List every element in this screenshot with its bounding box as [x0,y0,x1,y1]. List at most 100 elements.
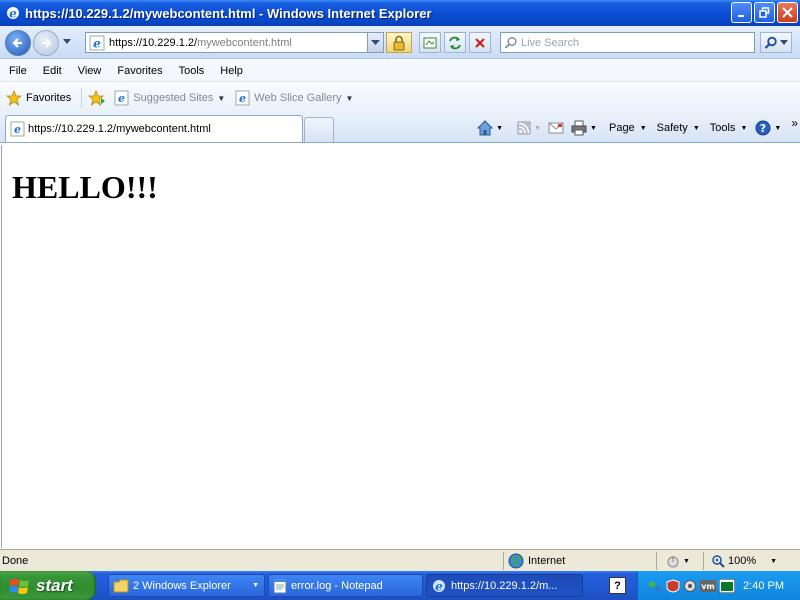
taskbar-item-windows-explorer[interactable]: 2 Windows Explorer ▼ [108,574,265,597]
new-tab-button[interactable] [304,117,334,142]
vmware-tools-icon[interactable]: vm [700,579,716,592]
ie-page-icon: e [89,35,105,50]
search-button[interactable] [760,32,792,53]
svg-text:e: e [435,579,443,593]
command-bar: ▼ ▼ ▼ Page ▼ Safety ▼ Tools ▼ ? ▼ » [470,116,798,139]
menu-bar: File Edit View Favorites Tools Help [0,60,800,82]
favorites-button[interactable]: Favorites [6,88,83,108]
status-text: Done [2,554,29,567]
windows-flag-icon [9,578,29,594]
recent-pages-chevron-down-icon[interactable] [62,38,72,46]
protected-mode-segment[interactable]: ▼ [656,552,700,570]
svg-text:e: e [118,92,125,105]
zoom-level-label: 100% [728,555,757,567]
network-icon[interactable] [648,579,662,593]
restore-button[interactable] [754,2,775,23]
restore-icon [759,7,770,18]
search-box[interactable] [500,32,755,53]
menu-help[interactable]: Help [212,65,251,77]
rss-feed-icon [517,121,532,135]
tools-menu-label: Tools [709,122,736,134]
address-toolbar: e https://10.229.1.2/mywebcontent.html [0,26,800,59]
ie-logo-icon: e [7,7,19,21]
toolbar-overflow-button[interactable]: » [791,116,798,130]
add-to-favorites-bar-icon[interactable] [88,89,106,107]
printer-icon [571,120,587,136]
clock[interactable]: 2:40 PM [743,580,784,592]
address-bar[interactable]: e https://10.229.1.2/mywebcontent.html [85,32,384,53]
security-lock-button[interactable] [386,32,412,53]
safety-menu-label: Safety [656,122,688,134]
chevron-down-icon [371,39,380,45]
chevron-down-icon: ▼ [345,93,354,103]
svg-text:?: ? [760,122,766,135]
ie-page-icon: e [114,90,129,106]
forward-button[interactable] [33,30,59,56]
tab-active[interactable]: e https://10.229.1.2/mywebcontent.html [5,115,303,142]
back-arrow-icon [12,38,22,48]
menu-tools[interactable]: Tools [171,65,213,77]
security-shield-icon[interactable] [666,578,680,593]
refresh-button[interactable] [444,32,466,53]
help-question-icon: ? [755,120,771,136]
svg-text:e: e [239,92,246,105]
help-button[interactable]: ? [609,577,626,594]
zoom-magnifier-icon [712,555,725,568]
terminal-app-icon[interactable] [719,578,735,593]
ie-page-icon: e [235,90,250,106]
svg-text:e: e [14,123,21,136]
chevron-down-icon: ▼ [590,124,597,132]
safety-menu-button[interactable]: Safety ▼ [657,122,700,134]
menu-file[interactable]: File [0,65,35,77]
chevron-down-icon: ▼ [217,93,226,103]
home-icon [477,120,494,136]
menu-view[interactable]: View [70,65,110,77]
print-button[interactable]: ▼ [571,120,597,136]
start-button[interactable]: start [0,571,96,600]
close-window-button[interactable] [777,2,798,23]
suggested-sites-link[interactable]: e Suggested Sites ▼ [114,90,225,106]
favorites-bar: Favorites e Suggested Sites ▼ e Web Slic… [0,83,800,113]
address-url-path: mywebcontent.html [197,36,292,49]
web-slice-gallery-link[interactable]: e Web Slice Gallery ▼ [235,90,353,106]
globe-icon [508,553,524,569]
taskbar-item-internet-explorer[interactable]: e https://10.229.1.2/m... [426,574,583,597]
menu-edit[interactable]: Edit [35,65,70,77]
chevron-down-icon: ▼ [774,124,782,132]
double-chevron-right-icon: » [791,116,798,130]
notepad-icon [273,578,287,593]
svg-text:vm: vm [701,582,715,591]
help-menu-button[interactable]: ? ▼ [755,120,781,136]
minimize-button[interactable] [731,2,752,23]
status-bar: Done Internet ▼ 100% ▼ [0,549,800,571]
taskbar-item-notepad[interactable]: error.log - Notepad [268,574,423,597]
search-options-chevron-down-icon[interactable] [780,39,788,46]
search-input[interactable] [521,36,741,49]
close-icon [782,7,793,18]
tab-row: e https://10.229.1.2/mywebcontent.html ▼… [0,113,800,143]
ie-logo-icon: e [433,579,445,593]
zone-label: Internet [528,555,566,567]
volume-icon[interactable] [683,579,697,593]
title-bar[interactable]: e https://10.229.1.2/mywebcontent.html -… [0,0,800,26]
compatibility-view-button[interactable] [419,32,441,53]
feeds-button[interactable]: ▼ [517,121,541,135]
read-mail-button[interactable] [548,122,564,134]
chevron-down-icon: ▼ [692,124,700,132]
suggested-sites-label: Suggested Sites [133,92,214,104]
page-menu-button[interactable]: Page ▼ [609,122,647,134]
home-button[interactable]: ▼ [477,120,503,136]
protected-mode-icon [667,556,679,568]
folder-icon [113,579,129,592]
back-button[interactable] [5,30,31,56]
address-dropdown-button[interactable] [367,32,384,53]
menu-favorites[interactable]: Favorites [109,65,170,77]
security-zone[interactable]: Internet [503,552,653,570]
zoom-level-button[interactable]: 100% ▼ [703,552,788,570]
taskbar: start 2 Windows Explorer ▼ error.log - N… [0,571,800,600]
ie-page-icon: e [10,121,25,137]
lock-icon [393,35,405,50]
favorites-star-icon [6,90,22,106]
stop-button[interactable] [469,32,491,53]
tools-menu-button[interactable]: Tools ▼ [710,122,748,134]
